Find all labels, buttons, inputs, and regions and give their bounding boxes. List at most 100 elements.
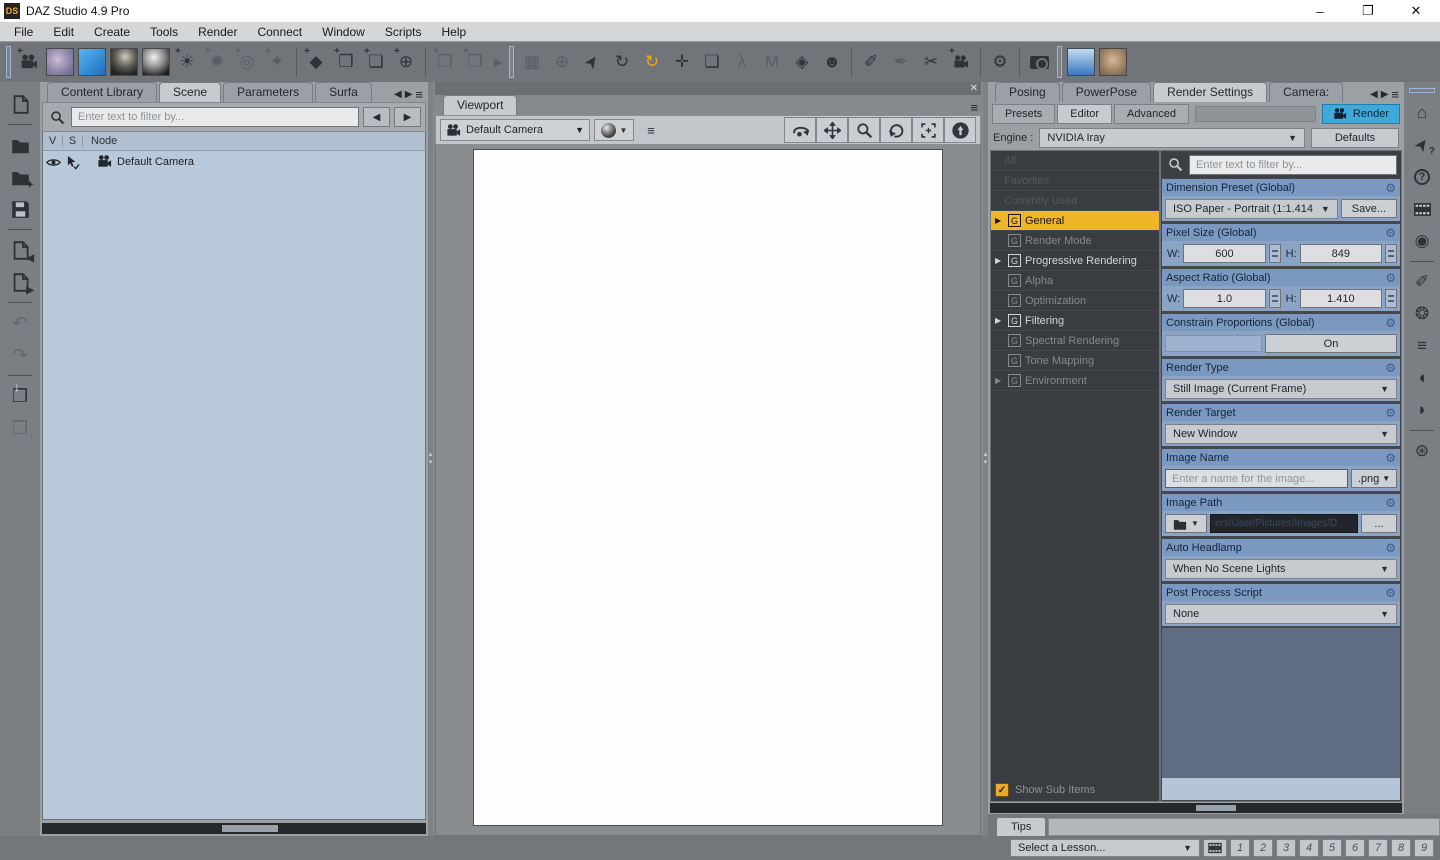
scene-filter-input[interactable] [71,107,359,127]
show-sub-items-checkbox[interactable]: ✓ [995,783,1009,797]
category-tone-mapping[interactable]: G Tone Mapping [991,351,1159,371]
browse-path-button[interactable]: ... [1361,514,1397,533]
tab-content-library[interactable]: Content Library [47,82,158,102]
undo-icon[interactable]: ↶ [6,309,34,337]
polygon-group-editor-icon[interactable]: M [757,46,787,78]
tab-surfaces[interactable]: Surfa [315,82,372,102]
content-thumbnail-2[interactable] [78,48,106,76]
figure-mixer-right-icon[interactable]: ◗ [1409,397,1435,423]
toolbar-drag-handle[interactable] [509,46,514,78]
subtab-presets[interactable]: Presets [992,104,1056,124]
tree-row-default-camera[interactable]: Default Camera [43,151,425,173]
settings-filter-input[interactable] [1189,154,1397,175]
menu-render[interactable]: Render [188,25,247,39]
viewport-grid-icon[interactable]: ▦ [517,46,547,78]
lesson-select[interactable]: Select a Lesson... ▼ [1010,839,1200,857]
scrollbar-thumb[interactable] [222,825,279,832]
lesson-page-9[interactable]: 9 [1414,839,1434,857]
aspect-height-field[interactable]: 1.410 [1299,289,1382,308]
lesson-page-6[interactable]: 6 [1345,839,1365,857]
new-gauge-light-icon[interactable]: + ◎ [232,46,262,78]
category-render-mode[interactable]: G Render Mode [991,231,1159,251]
image-path-field[interactable]: ers/User/Pictures/Images/D [1210,514,1358,533]
dimension-preset-select[interactable]: ISO Paper - Portrait (1:1.414 ▼ [1165,198,1338,219]
save-file-icon[interactable] [6,195,34,223]
install-content-icon[interactable]: ❒ ↓ [6,380,34,410]
drawstyle-selector[interactable]: ▼ [594,119,634,141]
settings-horizontal-scrollbar[interactable] [990,803,1402,813]
tab-scroll-left-icon[interactable]: ◀ [394,89,402,100]
gear-icon[interactable]: ⚙ [1385,271,1396,285]
pixel-height-field[interactable]: 849 [1299,244,1382,263]
expand-icon[interactable]: ▶ [995,316,1004,325]
rotate-camera-button[interactable] [880,117,912,143]
tool-settings-icon[interactable]: ⚙ [985,46,1015,78]
universal-tool-icon[interactable]: ⊕ [547,46,577,78]
menu-window[interactable]: Window [312,25,375,39]
gear-icon[interactable]: ⚙ [1385,226,1396,240]
render-camera-icon[interactable] [1024,46,1054,78]
tab-powerpose[interactable]: PowerPose [1061,82,1152,102]
pixel-height-stepper[interactable] [1385,244,1397,263]
new-distant-light-icon[interactable]: + ☀ [172,46,202,78]
lessons-icon[interactable] [1409,196,1435,222]
import-icon[interactable]: ◀ [6,236,34,264]
pixel-width-field[interactable]: 600 [1183,244,1266,263]
redo-icon[interactable]: ↷ [6,341,34,369]
toolbar-drag-handle[interactable] [1409,88,1435,93]
joint-editor-tool-icon[interactable]: λ [727,46,757,78]
scale-tool-icon[interactable]: ❏ [697,46,727,78]
open-file-icon[interactable] [6,131,34,159]
content-thumbnail-3[interactable] [110,48,138,76]
orbit-camera-button[interactable] [784,117,816,143]
node-selection-tool-icon[interactable]: ➤ [577,46,607,78]
search-icon[interactable] [1165,155,1185,175]
daz-home-icon[interactable]: ⌂ [1409,100,1435,126]
eye-icon[interactable] [43,155,63,170]
pane-menu-icon[interactable]: ≡ [1391,87,1399,102]
scrollbar-thumb[interactable] [1196,805,1236,811]
image-format-select[interactable]: .png ▼ [1351,469,1397,488]
face-preset-thumbnail[interactable] [1099,48,1127,76]
lesson-page-2[interactable]: 2 [1253,839,1273,857]
translate-tool-icon[interactable]: ✛ [667,46,697,78]
render-button[interactable]: Render [1321,104,1400,124]
tab-viewport[interactable]: Viewport [443,95,518,115]
search-icon[interactable] [47,107,67,127]
render-type-select[interactable]: Still Image (Current Frame) ▼ [1165,378,1397,399]
content-wizard-icon[interactable]: ✐ [1409,269,1435,295]
lesson-page-8[interactable]: 8 [1391,839,1411,857]
tab-scroll-right-icon[interactable]: ▶ [405,89,413,100]
scene-horizontal-scrollbar[interactable] [42,823,426,834]
lesson-player-icon[interactable] [1203,839,1227,857]
viewport-options-icon[interactable]: ≡ [638,123,664,138]
menu-scripts[interactable]: Scripts [375,25,432,39]
aspect-width-stepper[interactable] [1268,289,1281,308]
gear-icon[interactable]: ⚙ [1385,496,1396,510]
filter-forward-button[interactable]: ▶ [394,107,421,127]
aspect-width-field[interactable]: 1.0 [1183,289,1266,308]
expand-icon[interactable]: ▶ [995,256,1004,265]
gear-icon[interactable]: ⚙ [1385,316,1396,330]
geometry-editor-icon[interactable]: ✂ [916,46,946,78]
new-view-camera-icon[interactable]: + [946,46,976,78]
zoom-camera-button[interactable] [848,117,880,143]
pane-menu-icon[interactable]: ≡ [415,87,423,102]
category-environment[interactable]: ▶ G Environment [991,371,1159,391]
category-general[interactable]: ▶ G General [991,211,1159,231]
column-selectable[interactable]: S [63,135,83,147]
new-group-icon[interactable]: + ❒ [430,46,460,78]
tab-scene[interactable]: Scene [159,82,222,102]
aspect-height-stepper[interactable] [1385,289,1397,308]
help-icon[interactable]: ? [1409,164,1435,190]
lesson-page-1[interactable]: 1 [1230,839,1250,857]
constrain-on-button[interactable]: On [1265,334,1397,353]
cursor-check-icon[interactable] [63,155,83,170]
subtab-editor[interactable]: Editor [1057,104,1113,124]
frame-camera-button[interactable] [912,117,944,143]
slider-presets-icon[interactable]: ≡ [1409,333,1435,359]
category-favorites[interactable]: Favorites [991,171,1159,191]
image-path-folder-button[interactable]: ▼ [1165,514,1207,533]
minimize-button[interactable]: – [1296,0,1344,22]
category-spectral-rendering[interactable]: G Spectral Rendering [991,331,1159,351]
